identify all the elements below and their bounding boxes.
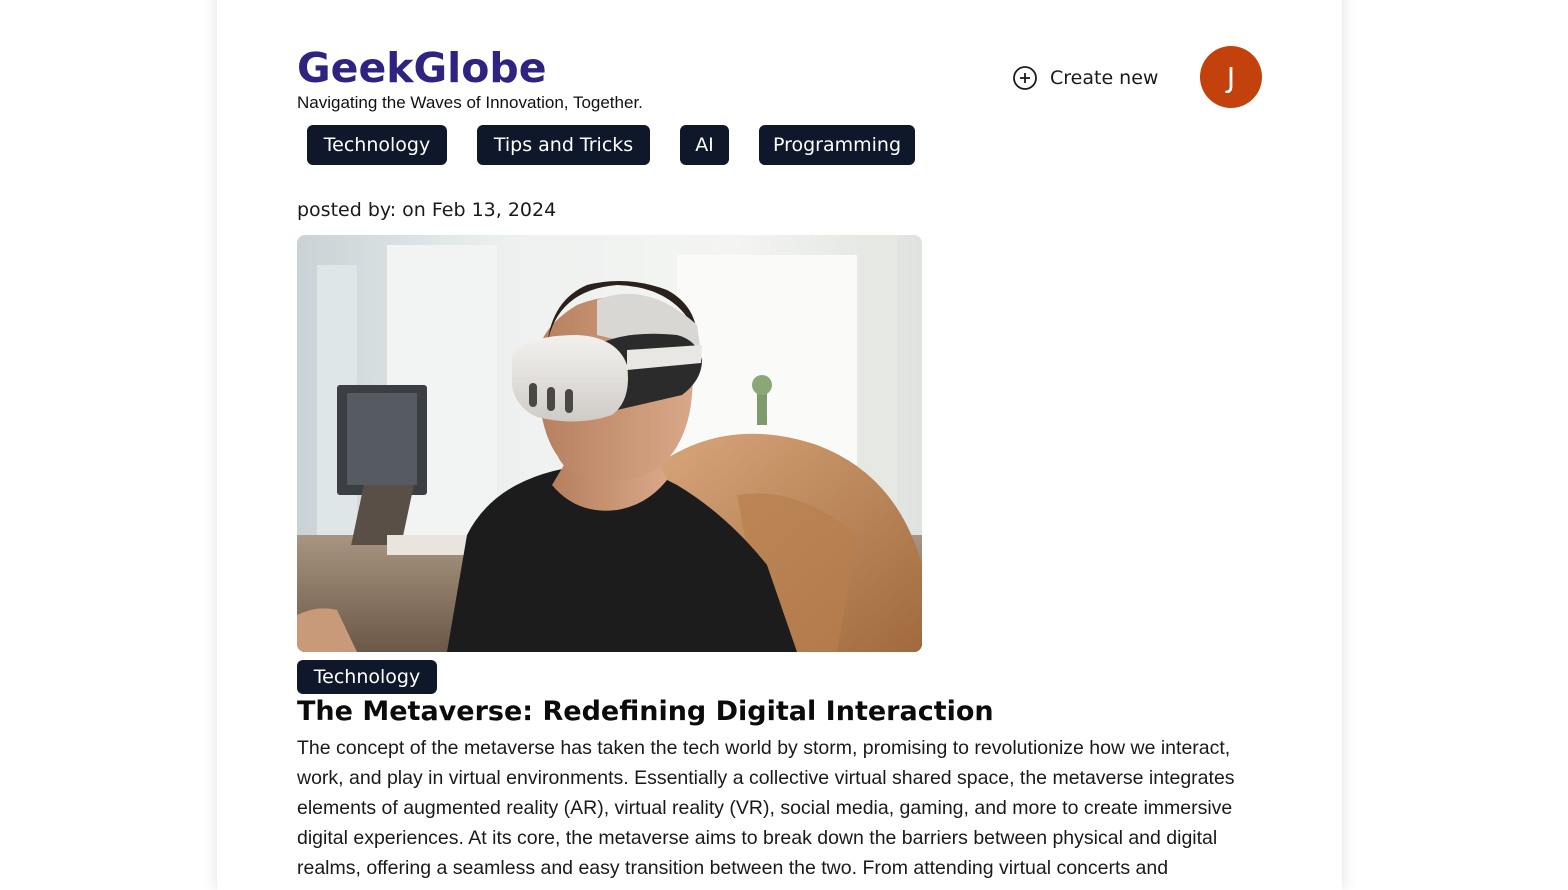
plus-circle-icon	[1013, 66, 1037, 90]
site-tagline: Navigating the Waves of Innovation, Toge…	[297, 93, 643, 112]
create-new-label: Create new	[1050, 67, 1159, 89]
user-avatar[interactable]: J	[1200, 46, 1262, 108]
tag-technology[interactable]: Technology	[307, 125, 447, 165]
post-category-tag[interactable]: Technology	[297, 660, 437, 694]
tag-ai[interactable]: AI	[680, 125, 729, 165]
post-body: The concept of the metaverse has taken t…	[297, 737, 1235, 879]
tag-tips-and-tricks[interactable]: Tips and Tricks	[477, 125, 650, 165]
post-hero-image[interactable]	[297, 235, 922, 652]
create-new-button[interactable]: Create new	[1012, 62, 1158, 94]
site-logo[interactable]: GeekGlobe	[297, 40, 547, 96]
vr-headset-photo-icon	[297, 235, 922, 652]
post-title[interactable]: The Metaverse: Redefining Digital Intera…	[297, 693, 994, 731]
tag-programming[interactable]: Programming	[759, 125, 915, 165]
post-meta: posted by: on Feb 13, 2024	[297, 199, 557, 221]
